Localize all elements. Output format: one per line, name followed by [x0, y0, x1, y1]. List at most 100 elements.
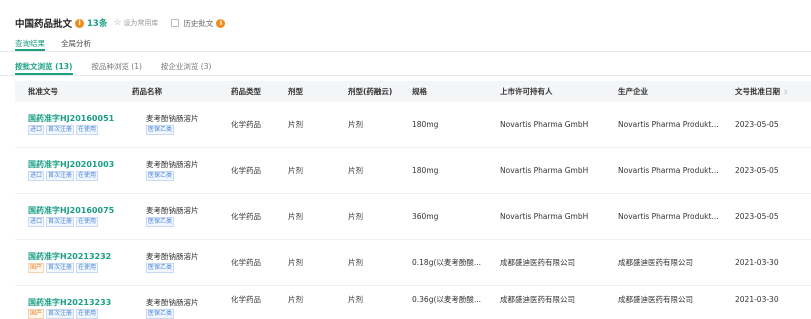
dosage-form-yry: 片剂 — [348, 212, 363, 221]
result-count: 13条 — [87, 19, 108, 29]
drug-type: 化学药品 — [231, 212, 261, 221]
drug-name: 麦考酚钠肠溶片 — [146, 160, 199, 169]
page-title: 中国药品批文 — [15, 19, 73, 30]
browse-subtabs: 按批文浏览 (13) 按品种浏览 (1) 按企业浏览 (3) — [15, 61, 230, 72]
insurance-tag: 医保乙类 — [146, 171, 175, 181]
holder: 成都盛迪医药有限公司 — [500, 258, 575, 267]
manufacturer: Novartis Pharma Produkt... — [618, 166, 719, 175]
page-header: 中国药品批文 i 13条 ☆ 设为常用库 历史批文 i — [15, 16, 226, 30]
table-row[interactable]: 国药准字HJ20160075 进口 首次注册 在使用 麦考酚钠肠溶片 医保乙类 … — [15, 194, 811, 240]
col-dosage-form-yry[interactable]: 剂型(药融云) — [348, 81, 392, 102]
row-tags: 国产 首次注册 在使用 — [28, 309, 100, 319]
drug-type: 化学药品 — [231, 120, 261, 129]
set-favorite-link[interactable]: 设为常用库 — [123, 18, 158, 28]
drug-name: 麦考酚钠肠溶片 — [146, 114, 199, 123]
spec: 0.36g(以麦考酚酸... — [412, 295, 482, 304]
col-manufacturer[interactable]: 生产企业 — [618, 81, 648, 102]
drug-type: 化学药品 — [231, 295, 261, 304]
spec: 0.18g(以麦考酚酸... — [412, 258, 482, 267]
col-holder[interactable]: 上市许可持有人 — [500, 81, 553, 102]
history-checkbox[interactable] — [171, 19, 180, 27]
table-row[interactable]: 国药准字HJ20201003 进口 首次注册 在使用 麦考酚钠肠溶片 医保乙类 … — [15, 148, 811, 194]
approval-number-link[interactable]: 国药准字H20213233 — [28, 297, 111, 308]
tag-import: 进口 — [28, 125, 45, 135]
manufacturer: 成都盛迪医药有限公司 — [618, 258, 693, 267]
subtab-by-approval[interactable]: 按批文浏览 (13) — [15, 61, 72, 72]
drug-name: 麦考酚钠肠溶片 — [146, 206, 199, 215]
col-drug-name[interactable]: 药品名称 — [132, 81, 162, 102]
tag-in-use: 在使用 — [76, 125, 99, 135]
tag-import: 进口 — [28, 217, 45, 227]
col-dosage-form[interactable]: 剂型 — [288, 81, 303, 102]
tag-in-use: 在使用 — [76, 217, 99, 227]
col-approval-date[interactable]: 文号批准日期 ⇕ — [735, 81, 788, 102]
holder: Novartis Pharma GmbH — [500, 212, 589, 221]
col-drug-type[interactable]: 药品类型 — [231, 81, 261, 102]
manufacturer: 成都盛迪医药有限公司 — [618, 295, 693, 304]
drug-type: 化学药品 — [231, 166, 261, 175]
holder: Novartis Pharma GmbH — [500, 166, 589, 175]
col-spec[interactable]: 规格 — [412, 81, 427, 102]
manufacturer: Novartis Pharma Produkt... — [618, 212, 719, 221]
tag-in-use: 在使用 — [76, 309, 99, 319]
spec: 180mg — [412, 120, 439, 129]
table-header: 批准文号 药品名称 药品类型 剂型 剂型(药融云) 规格 上市许可持有人 生产企… — [15, 81, 811, 102]
tag-first-registration: 首次注册 — [46, 171, 75, 181]
history-label[interactable]: 历史批文 — [183, 18, 213, 29]
col-approval-no[interactable]: 批准文号 — [28, 81, 58, 102]
spec: 180mg — [412, 166, 439, 175]
holder: 成都盛迪医药有限公司 — [500, 295, 575, 304]
tag-first-registration: 首次注册 — [46, 263, 75, 273]
insurance-tag: 医保乙类 — [146, 263, 175, 273]
holder: Novartis Pharma GmbH — [500, 120, 589, 129]
tag-in-use: 在使用 — [76, 171, 99, 181]
table-row[interactable]: 国药准字HJ20160051 进口 首次注册 在使用 麦考酚钠肠溶片 医保乙类 … — [15, 102, 811, 148]
tag-in-use: 在使用 — [76, 263, 99, 273]
dosage-form-yry: 片剂 — [348, 258, 363, 267]
drug-type: 化学药品 — [231, 258, 261, 267]
approval-date: 2023-05-05 — [735, 212, 779, 221]
col-approval-date-label: 文号批准日期 — [735, 87, 780, 96]
approval-date: 2021-03-30 — [735, 295, 779, 304]
tag-first-registration: 首次注册 — [46, 217, 75, 227]
approval-date: 2023-05-05 — [735, 166, 779, 175]
table-row[interactable]: 国药准字H20213233 国产 首次注册 在使用 麦考酚钠肠溶片 医保乙类 化… — [15, 286, 811, 319]
sort-icon[interactable]: ⇕ — [783, 89, 788, 96]
subtabs-divider — [0, 75, 811, 76]
table-row[interactable]: 国药准字H20213232 国产 首次注册 在使用 麦考酚钠肠溶片 医保乙类 化… — [15, 240, 811, 286]
approval-date: 2021-03-30 — [735, 258, 779, 267]
tab-global-analysis[interactable]: 全局分析 — [61, 38, 91, 49]
approval-number-link[interactable]: 国药准字HJ20160051 — [28, 113, 114, 124]
tag-first-registration: 首次注册 — [46, 309, 75, 319]
approval-number-link[interactable]: 国药准字HJ20160075 — [28, 205, 114, 216]
subtab-by-company[interactable]: 按企业浏览 (3) — [161, 61, 212, 72]
drug-name: 麦考酚钠肠溶片 — [146, 252, 199, 261]
approval-number-link[interactable]: 国药准字HJ20201003 — [28, 159, 114, 170]
tag-domestic: 国产 — [28, 309, 45, 319]
star-icon[interactable]: ☆ — [113, 18, 121, 28]
dosage-form: 片剂 — [288, 295, 303, 304]
row-tags: 进口 首次注册 在使用 — [28, 171, 100, 181]
history-info-icon[interactable]: i — [216, 18, 226, 28]
info-icon[interactable]: i — [75, 18, 85, 28]
drug-name: 麦考酚钠肠溶片 — [146, 298, 199, 307]
tag-import: 进口 — [28, 171, 45, 181]
approval-date: 2023-05-05 — [735, 120, 779, 129]
manufacturer: Novartis Pharma Produkt... — [618, 120, 719, 129]
approval-number-link[interactable]: 国药准字H20213232 — [28, 251, 111, 262]
dosage-form-yry: 片剂 — [348, 120, 363, 129]
dosage-form-yry: 片剂 — [348, 295, 363, 304]
tabs-divider — [0, 51, 811, 52]
row-tags: 进口 首次注册 在使用 — [28, 125, 100, 135]
subtab-by-variety[interactable]: 按品种浏览 (1) — [91, 61, 142, 72]
dosage-form: 片剂 — [288, 166, 303, 175]
tab-query-results[interactable]: 查询结果 — [15, 38, 45, 49]
tag-domestic: 国产 — [28, 263, 45, 273]
spec: 360mg — [412, 212, 439, 221]
main-tabs: 查询结果 全局分析 — [15, 38, 107, 49]
insurance-tag: 医保乙类 — [146, 217, 175, 227]
tag-first-registration: 首次注册 — [46, 125, 75, 135]
dosage-form: 片剂 — [288, 120, 303, 129]
dosage-form-yry: 片剂 — [348, 166, 363, 175]
insurance-tag: 医保乙类 — [146, 125, 175, 135]
